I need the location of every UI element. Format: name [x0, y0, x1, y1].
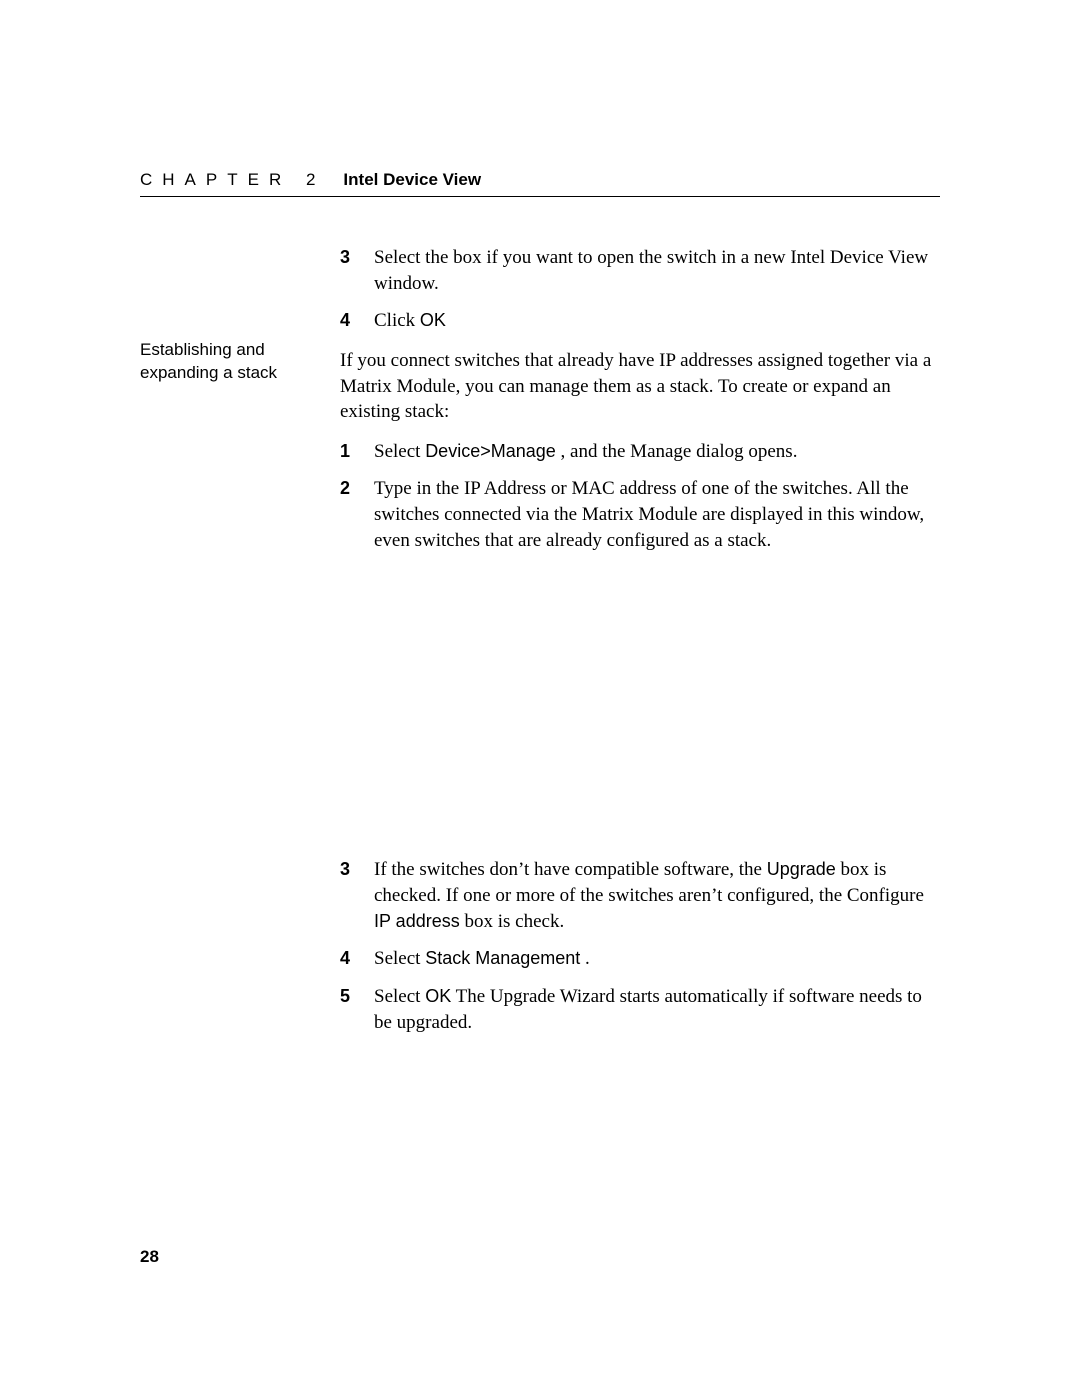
step-text: If the switches don’t have compatible so… [374, 857, 940, 934]
step-3: 3 Select the box if you want to open the… [340, 245, 940, 296]
step-number: 1 [340, 439, 374, 463]
step-text: Select the box if you want to open the s… [374, 245, 940, 296]
figure-placeholder [340, 567, 940, 857]
chapter-label: CHAPTER 2 [140, 170, 325, 190]
step-number: 3 [340, 245, 374, 269]
page: CHAPTER 2 Intel Device View Establishing… [0, 0, 1080, 1397]
ui-label: Device>Manage [425, 441, 556, 461]
sidebar: Establishing and expanding a stack [140, 245, 340, 1049]
step-number: 4 [340, 308, 374, 332]
top-steps-list: 3 Select the box if you want to open the… [340, 245, 940, 334]
text-post: box is check. [460, 911, 564, 932]
running-head: CHAPTER 2 Intel Device View [140, 170, 940, 197]
step-text: Click OK [374, 308, 940, 334]
text-prefix: Click [374, 310, 420, 331]
text-prefix: Select [374, 441, 425, 462]
bottom-steps-list: 3 If the switches don’t have compatible … [340, 857, 940, 1035]
page-number: 28 [140, 1247, 159, 1267]
step-number: 3 [340, 857, 374, 881]
step-3b: 3 If the switches don’t have compatible … [340, 857, 940, 934]
step-5b: 5 Select OK The Upgrade Wizard starts au… [340, 984, 940, 1035]
step-number: 4 [340, 946, 374, 970]
step-1: 1 Select Device>Manage , and the Manage … [340, 439, 940, 465]
step-text: Select Stack Management . [374, 946, 940, 972]
step-number: 2 [340, 476, 374, 500]
ui-label: Upgrade [767, 859, 836, 879]
text-pre: If the switches don’t have compatible so… [374, 859, 767, 880]
ui-label: Stack Management [425, 948, 580, 968]
step-text: Type in the IP Address or MAC address of… [374, 476, 940, 553]
text-prefix: Select [374, 986, 425, 1007]
text-suffix: The Upgrade Wizard starts automatically … [374, 986, 922, 1033]
step-text: Select Device>Manage , and the Manage di… [374, 439, 940, 465]
mid-steps-list: 1 Select Device>Manage , and the Manage … [340, 439, 940, 554]
intro-paragraph: If you connect switches that already hav… [340, 348, 940, 425]
ui-label: OK [420, 310, 446, 330]
chapter-title: Intel Device View [343, 170, 481, 190]
step-4b: 4 Select Stack Management . [340, 946, 940, 972]
step-number: 5 [340, 984, 374, 1008]
ui-label: IP address [374, 911, 460, 931]
text-prefix: Select [374, 948, 425, 969]
step-text: Select OK The Upgrade Wizard starts auto… [374, 984, 940, 1035]
step-2: 2 Type in the IP Address or MAC address … [340, 476, 940, 553]
section-heading: Establishing and expanding a stack [140, 339, 340, 385]
body-area: Establishing and expanding a stack 3 Sel… [140, 245, 940, 1049]
ui-label: OK [425, 986, 451, 1006]
step-4: 4 Click OK [340, 308, 940, 334]
text-suffix: . [580, 948, 590, 969]
main-content: 3 Select the box if you want to open the… [340, 245, 940, 1049]
text-suffix: , and the Manage dialog opens. [556, 441, 798, 462]
